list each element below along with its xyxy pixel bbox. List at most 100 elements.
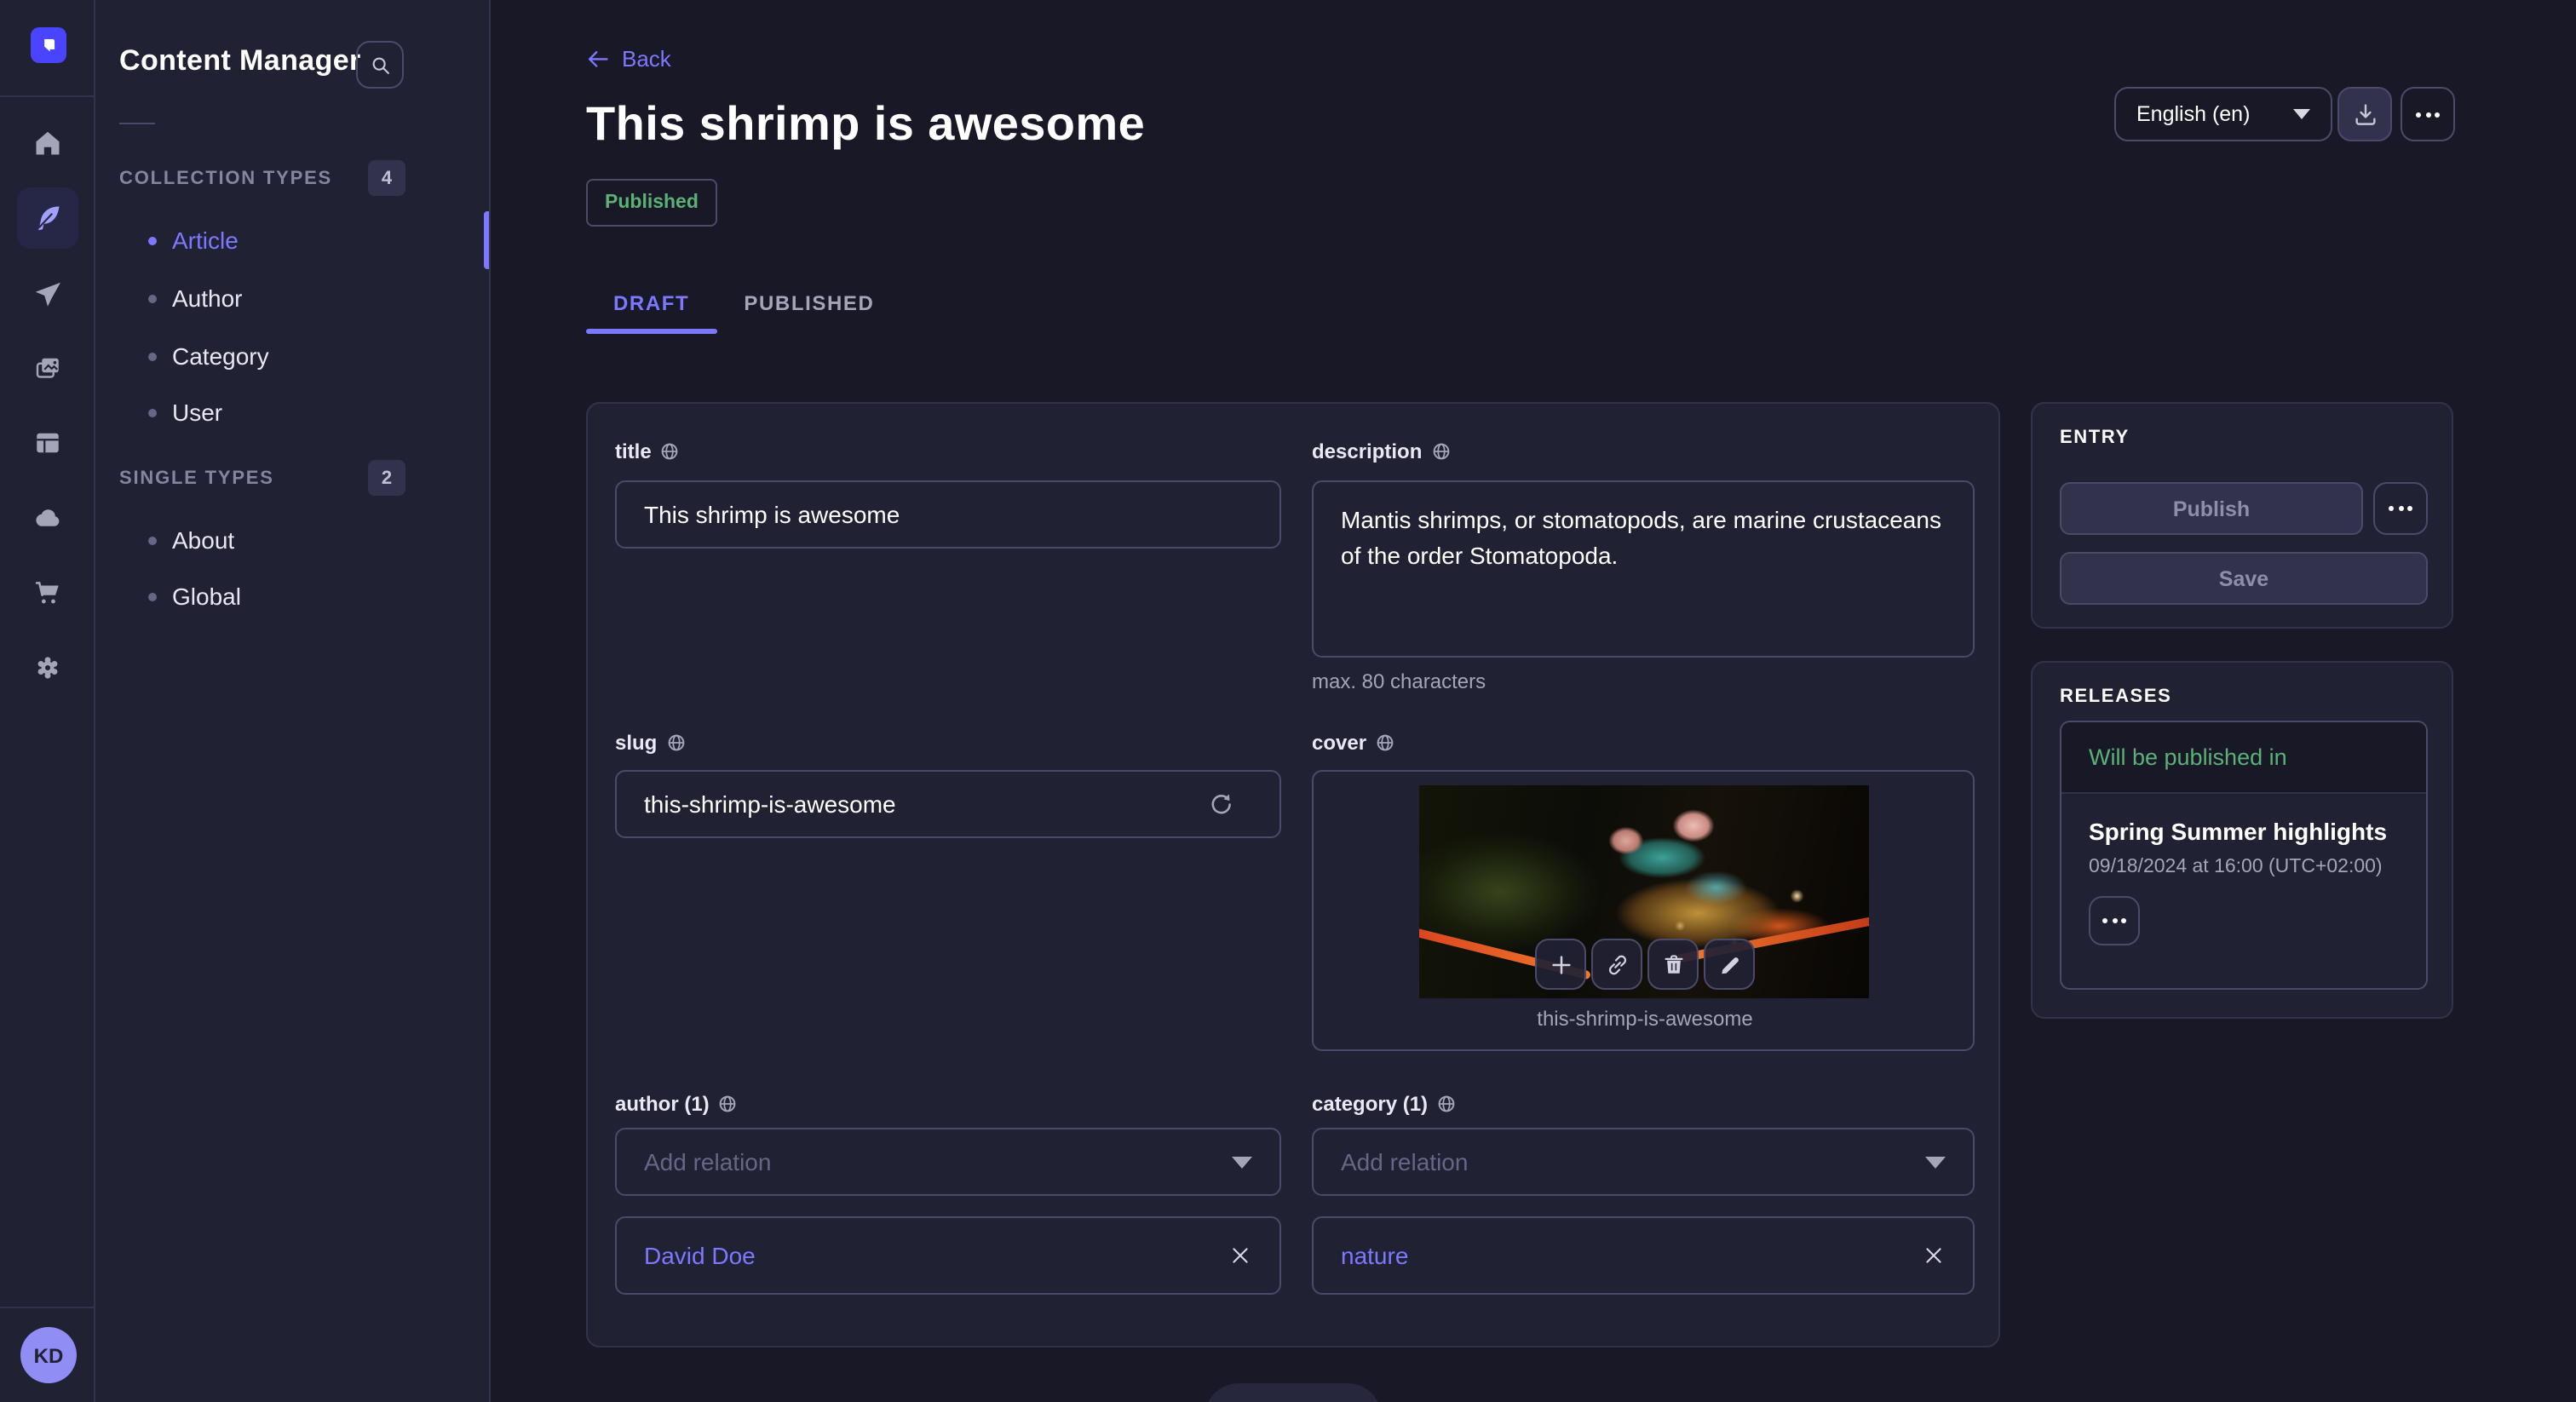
releases-icon[interactable] — [17, 264, 78, 325]
chevron-down-icon — [2293, 109, 2310, 119]
entry-more-button[interactable] — [2373, 482, 2428, 535]
pencil-icon — [1716, 951, 1742, 977]
content-type-builder-icon[interactable] — [17, 412, 78, 474]
user-avatar[interactable]: KD — [20, 1327, 77, 1383]
author-add-relation-select[interactable]: Add relation — [615, 1128, 1281, 1196]
collection-types-count: 4 — [368, 160, 405, 196]
remove-relation-icon[interactable] — [1922, 1244, 1946, 1267]
author-field-label: author (1) — [615, 1092, 739, 1116]
sidebar-item-about[interactable]: About — [95, 511, 491, 569]
tab-published[interactable]: PUBLISHED — [716, 273, 901, 334]
add-asset-button[interactable] — [1535, 939, 1586, 990]
entry-form-card: title description Mantis shrimps, or sto… — [586, 402, 2000, 1347]
ellipsis-icon — [2416, 112, 2440, 117]
globe-icon — [1436, 1094, 1457, 1114]
settings-gear-icon[interactable] — [17, 637, 78, 698]
relation-link[interactable]: nature — [1341, 1242, 1408, 1269]
export-button[interactable] — [2337, 87, 2392, 141]
status-badge: Published — [586, 179, 717, 227]
bullet-icon — [148, 592, 157, 600]
sidebar-item-author[interactable]: Author — [95, 269, 491, 327]
download-icon — [2350, 100, 2379, 129]
ellipsis-icon — [2389, 506, 2412, 511]
release-status: Will be published in — [2061, 722, 2426, 794]
search-button[interactable] — [356, 41, 404, 89]
strapi-logo[interactable] — [31, 27, 66, 63]
category-relation-item: nature — [1312, 1216, 1975, 1295]
bullet-icon — [148, 352, 157, 360]
subnav-divider — [119, 123, 155, 124]
release-title: Spring Summer highlights — [2089, 818, 2399, 845]
rail-bottom-divider — [0, 1307, 95, 1308]
category-field-label: category (1) — [1312, 1092, 1457, 1116]
globe-icon — [1430, 441, 1451, 462]
release-date: 09/18/2024 at 16:00 (UTC+02:00) — [2089, 857, 2399, 877]
trash-icon — [1660, 951, 1686, 977]
edit-view: Back This shrimp is awesome Published En… — [491, 0, 2576, 1402]
version-tabs: DRAFT PUBLISHED — [586, 273, 901, 334]
search-icon — [367, 52, 393, 78]
ellipsis-icon — [2102, 918, 2126, 923]
tab-draft[interactable]: DRAFT — [586, 273, 716, 334]
globe-icon — [1375, 733, 1395, 753]
marketplace-cart-icon[interactable] — [17, 562, 78, 623]
author-relation-item: David Doe — [615, 1216, 1281, 1295]
entry-panel: ENTRY Publish Save — [2031, 402, 2453, 629]
globe-icon — [718, 1094, 739, 1114]
bullet-icon — [148, 408, 157, 417]
cover-asset-card: this-shrimp-is-awesome — [1312, 770, 1975, 1051]
locale-select[interactable]: English (en) — [2114, 87, 2332, 141]
cover-filename: this-shrimp-is-awesome — [1314, 1007, 1976, 1031]
content-manager-icon[interactable] — [17, 187, 78, 249]
collection-types-label: COLLECTION TYPES — [119, 169, 332, 189]
description-textarea[interactable]: Mantis shrimps, or stomatopods, are mari… — [1312, 480, 1975, 658]
remove-relation-icon[interactable] — [1228, 1244, 1252, 1267]
description-hint: max. 80 characters — [1312, 669, 1486, 693]
subnav-title: Content Manager — [119, 44, 361, 78]
releases-panel-title: RELEASES — [2060, 687, 2171, 707]
description-field-label: description — [1312, 440, 1451, 463]
title-field-label: title — [615, 440, 681, 463]
slug-field-label: slug — [615, 731, 686, 755]
release-more-button[interactable] — [2089, 896, 2140, 945]
deploy-cloud-icon[interactable] — [17, 487, 78, 549]
delete-asset-button[interactable] — [1647, 939, 1699, 990]
globe-icon — [665, 733, 686, 753]
title-input[interactable] — [615, 480, 1281, 549]
globe-icon — [660, 441, 681, 462]
edit-asset-button[interactable] — [1704, 939, 1755, 990]
bullet-icon — [148, 236, 157, 244]
publish-button[interactable]: Publish — [2060, 482, 2363, 535]
active-item-indicator — [484, 211, 489, 269]
slug-input[interactable] — [615, 770, 1281, 838]
bullet-icon — [148, 294, 157, 302]
sidebar-item-global[interactable]: Global — [95, 567, 491, 625]
content-manager-subnav: Content Manager COLLECTION TYPES 4 Artic… — [95, 0, 491, 1402]
relation-link[interactable]: David Doe — [644, 1242, 756, 1269]
chevron-down-icon — [1232, 1156, 1252, 1168]
bullet-icon — [148, 536, 157, 544]
nav-rail: KD — [0, 0, 95, 1402]
entry-panel-title: ENTRY — [2060, 428, 2130, 448]
single-types-count: 2 — [368, 460, 405, 496]
sidebar-item-category[interactable]: Category — [95, 327, 491, 385]
cover-toolbar — [1535, 939, 1755, 990]
home-icon[interactable] — [17, 112, 78, 174]
page-title: This shrimp is awesome — [586, 97, 1145, 152]
cover-field-label: cover — [1312, 731, 1395, 755]
regenerate-slug-icon[interactable] — [1206, 790, 1235, 819]
back-link[interactable]: Back — [586, 46, 671, 72]
strapi-admin-page: KD Content Manager COLLECTION TYPES 4 Ar… — [0, 0, 2576, 1402]
media-library-icon[interactable] — [17, 337, 78, 399]
more-actions-button[interactable] — [2401, 87, 2455, 141]
copy-link-button[interactable] — [1591, 939, 1642, 990]
single-types-label: SINGLE TYPES — [119, 468, 274, 489]
arrow-left-icon — [586, 47, 610, 71]
sidebar-item-article[interactable]: Article — [95, 211, 491, 269]
rail-divider — [0, 95, 95, 97]
bottom-panel-handle[interactable] — [1205, 1383, 1382, 1402]
sidebar-item-user[interactable]: User — [95, 383, 491, 441]
save-button[interactable]: Save — [2060, 552, 2428, 605]
releases-panel: RELEASES Will be published in Spring Sum… — [2031, 661, 2453, 1019]
category-add-relation-select[interactable]: Add relation — [1312, 1128, 1975, 1196]
